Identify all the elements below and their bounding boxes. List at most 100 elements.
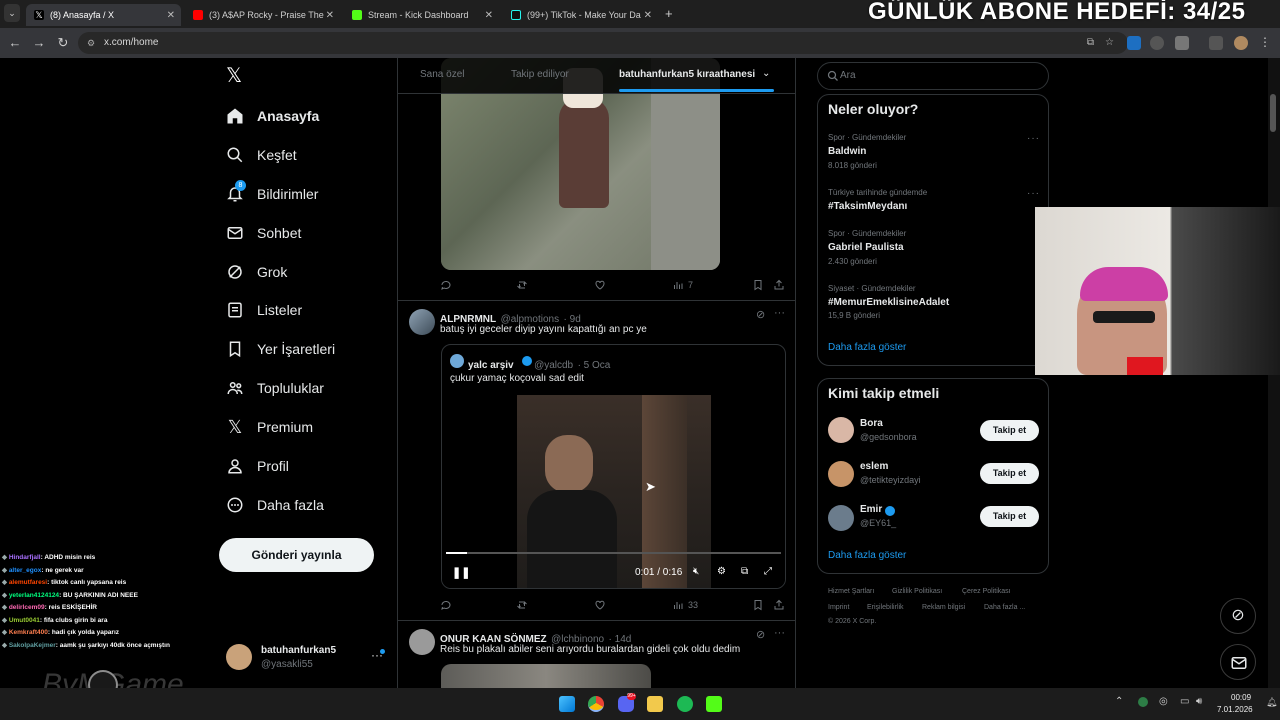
avatar[interactable] <box>409 309 435 335</box>
footer-link[interactable]: Gizlilik Politikası <box>892 588 942 595</box>
tray-app-icon[interactable] <box>1138 697 1148 707</box>
tab-for-you[interactable]: Sana özel <box>420 69 464 80</box>
footer-link[interactable]: Daha fazla ... <box>984 604 1025 611</box>
picture-in-picture-icon[interactable]: ⧉ <box>741 566 748 577</box>
tweet-media-image[interactable] <box>441 664 651 688</box>
browser-menu-icon[interactable]: ⋮ <box>1259 35 1271 49</box>
trend-name[interactable]: #MemurEmeklisineAdalet <box>828 297 949 308</box>
follow-button[interactable]: Takip et <box>980 463 1039 484</box>
install-icon[interactable]: ⧉ <box>1087 32 1094 54</box>
more-icon[interactable]: ··· <box>774 307 785 319</box>
extensions-puzzle-icon[interactable] <box>1175 36 1189 50</box>
grok-icon[interactable]: ⊘ <box>756 308 765 321</box>
avatar[interactable] <box>828 461 854 487</box>
trend-name[interactable]: #TaksimMeydanı <box>828 201 907 212</box>
account-avatar[interactable] <box>226 644 252 670</box>
nav-item-grok[interactable]: Grok <box>226 258 287 286</box>
avatar[interactable] <box>828 417 854 443</box>
pause-icon[interactable]: ❚❚ <box>452 566 470 579</box>
post-button[interactable]: Gönderi yayınla <box>219 538 374 572</box>
bookmark-icon[interactable] <box>752 599 768 611</box>
star-icon[interactable]: ☆ <box>1105 32 1114 54</box>
tab-tiktok[interactable]: (99+) TikTok - Make Your Da ✕ <box>503 4 658 26</box>
forward-button[interactable]: → <box>30 34 48 52</box>
nav-item-more[interactable]: Daha fazla <box>226 491 324 519</box>
trend-name[interactable]: Baldwin <box>828 146 866 157</box>
back-button[interactable]: ← <box>6 34 24 52</box>
tab-community[interactable]: batuhanfurkan5 kıraathanesi <box>619 69 755 80</box>
tab-search-button[interactable]: ⌄ <box>4 4 20 22</box>
grok-icon[interactable]: ⊘ <box>756 628 765 641</box>
nav-item-explore[interactable]: Keşfet <box>226 141 297 169</box>
nav-item-home[interactable]: Anasayfa <box>226 102 319 130</box>
share-icon[interactable] <box>773 279 789 291</box>
trend-name[interactable]: Gabriel Paulista <box>828 242 904 253</box>
like-icon[interactable] <box>594 279 610 291</box>
new-tab-button[interactable]: + <box>665 6 673 21</box>
nav-item-communities[interactable]: Topluluklar <box>226 374 324 402</box>
reply-icon[interactable] <box>440 599 456 611</box>
reading-list-icon[interactable] <box>1209 36 1223 50</box>
more-icon[interactable]: ··· <box>774 627 785 639</box>
notification-bell-icon[interactable]: 🔔︎ <box>1266 697 1277 708</box>
bookmark-icon[interactable] <box>752 279 768 291</box>
settings-icon[interactable]: ⚙ <box>717 566 726 577</box>
clock-time[interactable]: 00:09 <box>1231 693 1251 702</box>
video-player[interactable]: ❚❚ 0:01 / 0:16 🔇︎ ⚙ ⧉ ⤢ ➤ <box>442 395 785 588</box>
extension-icon[interactable] <box>1127 36 1141 50</box>
more-icon[interactable]: ··· <box>1027 133 1040 144</box>
suggested-user-name[interactable]: eslem <box>860 461 888 472</box>
close-icon[interactable]: ✕ <box>644 10 652 21</box>
footer-link[interactable]: Imprint <box>828 604 849 611</box>
mute-icon[interactable]: 🔇︎ <box>693 566 699 577</box>
search-box[interactable]: Ara <box>817 62 1049 90</box>
retweet-icon[interactable] <box>516 279 532 291</box>
views-icon[interactable]: 7 <box>672 279 693 291</box>
nav-item-premium[interactable]: 𝕏 Premium <box>226 413 313 441</box>
tab-following[interactable]: Takip ediliyor <box>511 69 569 80</box>
tab-x-home[interactable]: 𝕏 (8) Anasayfa / X ✕ <box>26 4 181 26</box>
tab-kick[interactable]: Stream - Kick Dashboard ✕ <box>344 4 499 26</box>
suggested-user-name[interactable]: Emir <box>860 504 882 515</box>
app-icon[interactable] <box>706 696 722 712</box>
windows-start-icon[interactable] <box>559 696 575 712</box>
x-logo-icon[interactable]: 𝕏 <box>226 66 246 86</box>
footer-link[interactable]: Erişilebilirlik <box>867 604 904 611</box>
avatar[interactable] <box>409 629 435 655</box>
tab-youtube[interactable]: (3) A$AP Rocky - Praise The ✕ <box>185 4 340 26</box>
share-icon[interactable] <box>773 599 789 611</box>
network-icon[interactable]: ▭ <box>1180 696 1189 707</box>
reload-button[interactable]: ↻ <box>54 34 72 52</box>
spotify-icon[interactable] <box>677 696 693 712</box>
messages-float-button[interactable] <box>1220 644 1256 680</box>
fullscreen-icon[interactable]: ⤢ <box>764 566 772 577</box>
footer-link[interactable]: Hizmet Şartları <box>828 588 874 595</box>
footer-link[interactable]: Reklam bilgisi <box>922 604 965 611</box>
clock-date[interactable]: 7.01.2026 <box>1217 705 1253 714</box>
tray-chevron-icon[interactable]: ⌃ <box>1115 696 1123 707</box>
footer-link[interactable]: Çerez Politikası <box>962 588 1011 595</box>
chrome-icon[interactable] <box>588 696 604 712</box>
tray-app-icon[interactable]: ◎ <box>1159 696 1168 707</box>
suggested-user-name[interactable]: Bora <box>860 418 883 429</box>
nav-item-bookmarks[interactable]: Yer İşaretleri <box>226 335 335 363</box>
address-bar[interactable]: ⚙ x.com/home ⧉ ☆ <box>78 32 1128 54</box>
nav-item-chat[interactable]: Sohbet <box>226 219 301 247</box>
nav-item-notifications[interactable]: 8 Bildirimler <box>226 180 318 208</box>
views-icon[interactable]: 33 <box>672 599 698 611</box>
follow-button[interactable]: Takip et <box>980 506 1039 527</box>
grok-float-button[interactable]: ⊘ <box>1220 598 1256 634</box>
profile-avatar[interactable] <box>1234 36 1248 50</box>
close-icon[interactable]: ✕ <box>167 10 175 21</box>
site-info-icon[interactable]: ⚙ <box>87 32 95 54</box>
close-icon[interactable]: ✕ <box>326 10 334 21</box>
nav-item-profile[interactable]: Profil <box>226 452 289 480</box>
chevron-down-icon[interactable]: ⌄ <box>762 68 770 79</box>
like-icon[interactable] <box>594 599 610 611</box>
quote-tweet[interactable]: yalc arşiv @yalcdb · 5 Oca çukur yamaç k… <box>441 344 786 589</box>
more-icon[interactable]: ··· <box>1027 188 1040 199</box>
avatar[interactable] <box>828 505 854 531</box>
show-more-link[interactable]: Daha fazla göster <box>828 342 906 353</box>
follow-button[interactable]: Takip et <box>980 420 1039 441</box>
retweet-icon[interactable] <box>516 599 532 611</box>
